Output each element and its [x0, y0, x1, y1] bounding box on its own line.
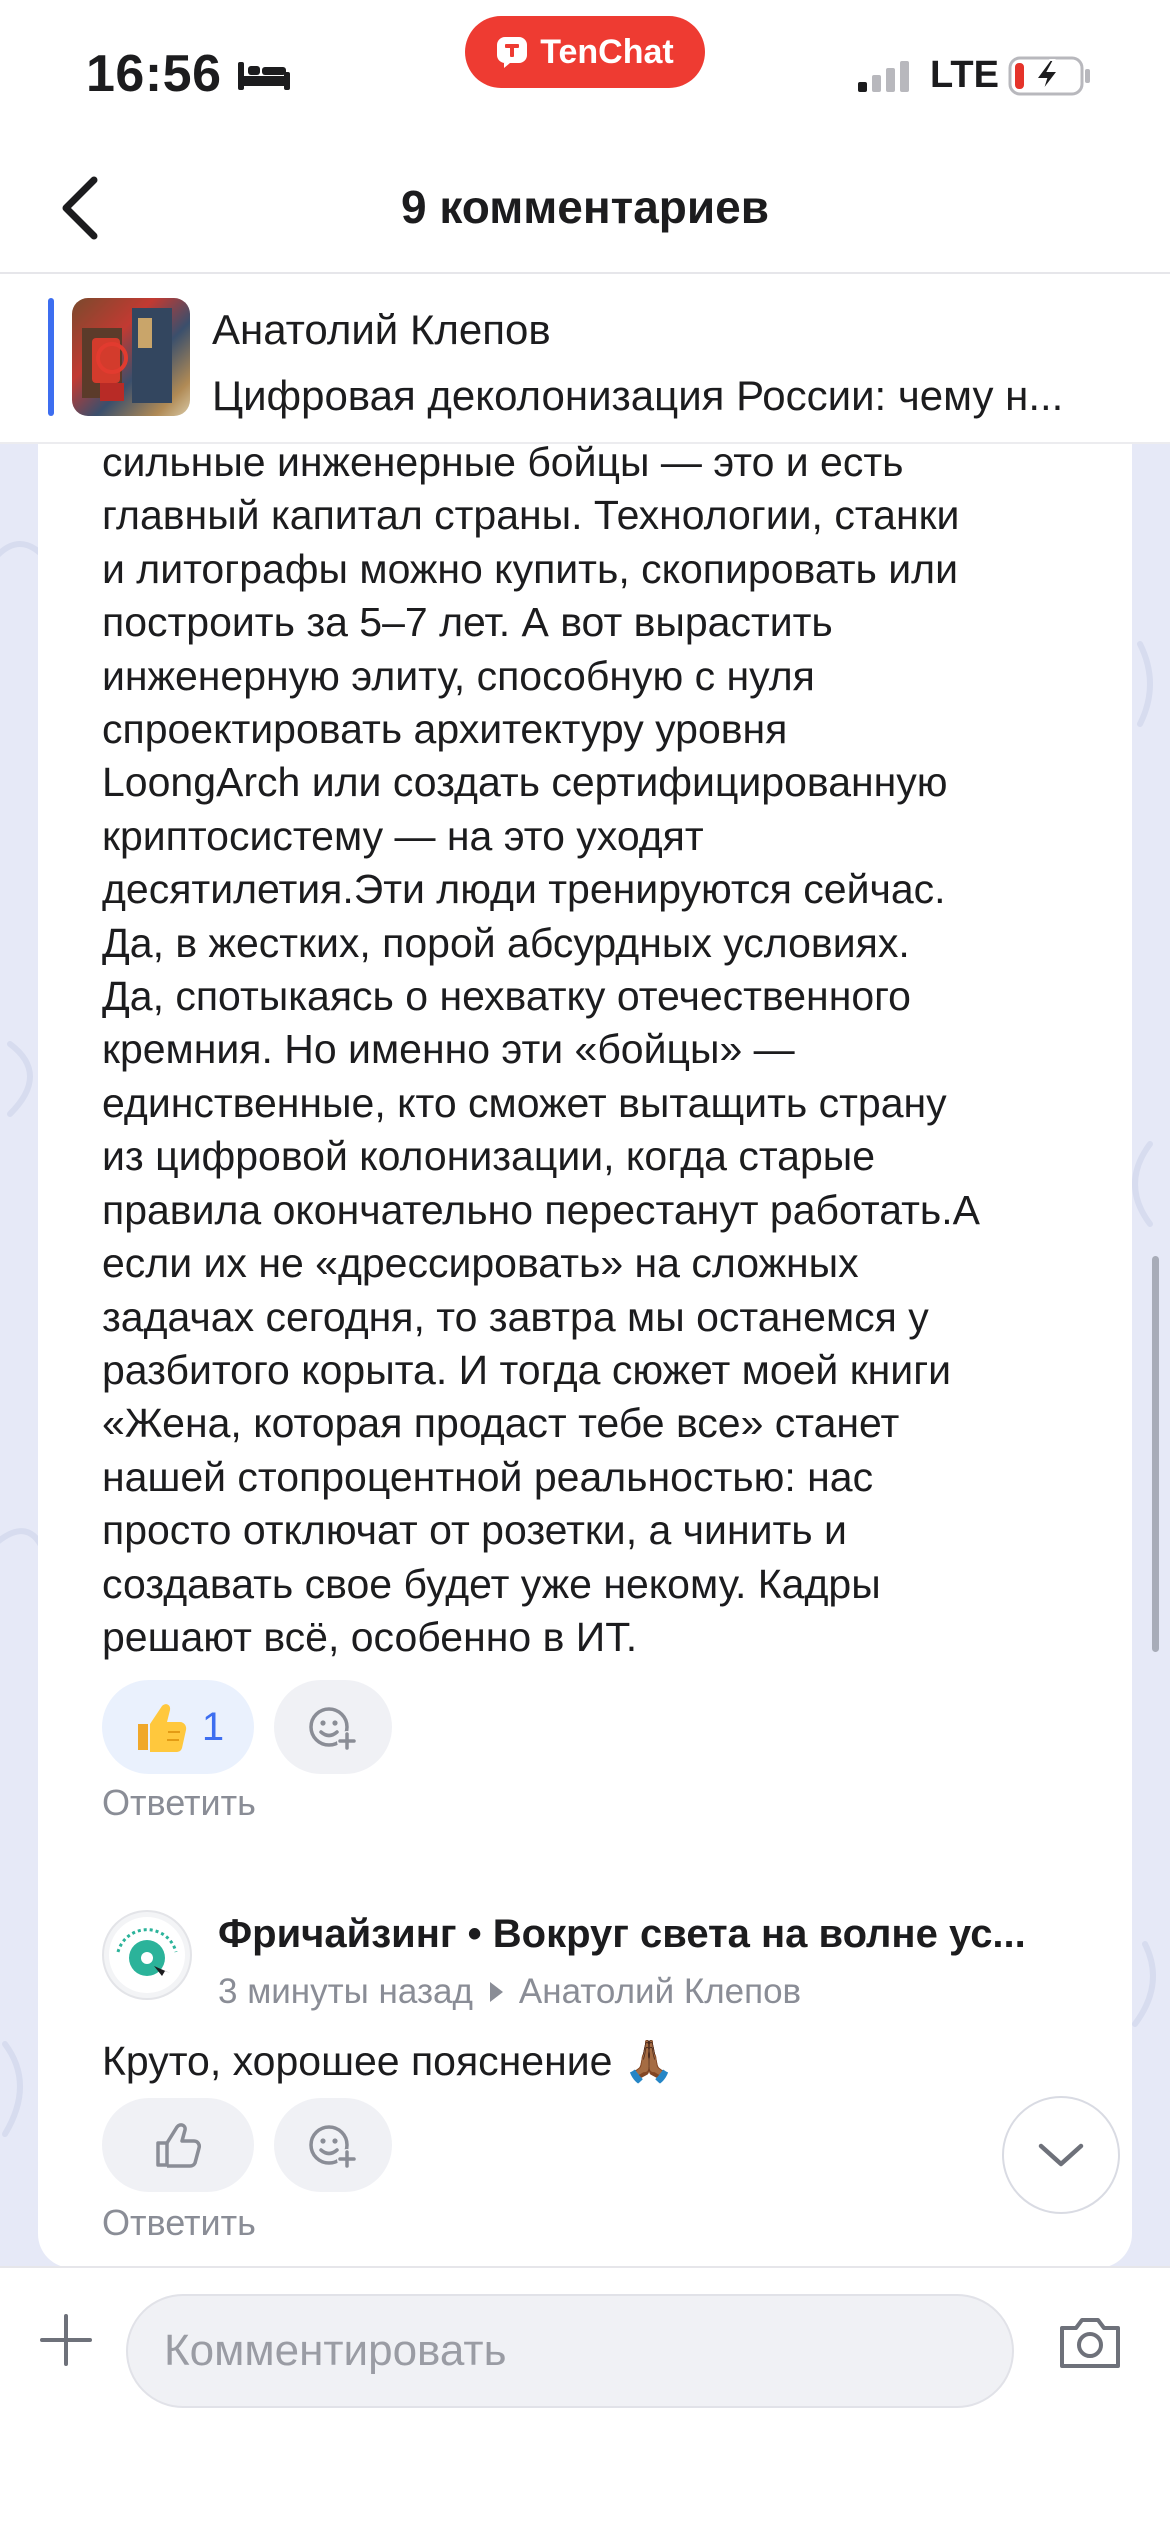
- comment-input[interactable]: [126, 2294, 1014, 2408]
- like-count: 1: [201, 1704, 225, 1749]
- battery-charging-icon: [1008, 56, 1090, 96]
- reply-text: Круто, хорошее пояснение 🙏🏾: [102, 2038, 675, 2084]
- post-title: Цифровая деколонизация России: чему н...: [212, 372, 1064, 419]
- reply-like-button[interactable]: [102, 2098, 254, 2192]
- like-reaction-button[interactable]: 1: [102, 1680, 254, 1774]
- comment-line: Да, в жестких, порой абсурдных условиях.: [102, 919, 910, 966]
- reply-button[interactable]: Ответить: [102, 1782, 256, 1824]
- cellular-signal-icon: [858, 61, 909, 92]
- scrollbar[interactable]: [1152, 1256, 1159, 1652]
- reply-avatar-logo: [109, 1917, 185, 1993]
- tenchat-logo-icon: [497, 37, 528, 68]
- comment-line: десятилетия.Эти люди тренируются сейчас.: [102, 866, 946, 913]
- comment-line: разбитого корыта. И тогда сюжет моей кни…: [102, 1346, 952, 1393]
- reply-reply-button[interactable]: Ответить: [102, 2202, 256, 2244]
- status-bar: 16:56 TenChat LTE: [0, 0, 1170, 140]
- comment-line: решают всё, особенно в ИТ.: [102, 1613, 638, 1660]
- reply-to-name[interactable]: Анатолий Клепов: [519, 1972, 801, 2012]
- comment-line: кремния. Но именно эти «бойцы» —: [102, 1026, 795, 1073]
- comment-line: Да, спотыкаясь о нехватку отечественного: [102, 973, 911, 1020]
- tenchat-pill-label: TenChat: [540, 32, 674, 71]
- comment-line: и литографы можно купить, скопировать ил…: [102, 545, 958, 592]
- camera-icon[interactable]: [1056, 2312, 1124, 2372]
- chevron-down-icon: [1038, 2143, 1084, 2167]
- tenchat-app-pill[interactable]: TenChat: [465, 16, 705, 88]
- reply-meta: 3 минуты назад Анатолий Клепов: [218, 1972, 801, 2012]
- reply-author-avatar[interactable]: [102, 1910, 192, 2000]
- reply-to-arrow-icon: [489, 1982, 503, 2002]
- post-thumbnail-art: [82, 308, 172, 403]
- post-thumbnail: [72, 298, 190, 416]
- comment-line: просто отключат от розетки, а чинить и: [102, 1507, 847, 1554]
- thumbs-up-outline-icon: [156, 2123, 201, 2168]
- post-accent-bar: [48, 298, 54, 416]
- comment-line: главный капитал страны. Технологии, стан…: [102, 492, 960, 539]
- add-emoji-icon: [309, 1707, 357, 1751]
- comment-composer: [0, 2266, 1170, 2532]
- comment-line: задачах сегодня, то завтра мы останемся …: [102, 1293, 929, 1340]
- reply-timestamp: 3 минуты назад: [218, 1972, 473, 2011]
- status-time: 16:56: [86, 45, 222, 103]
- comment-text: сильные инженерные бойцы — это и есть гл…: [102, 436, 1102, 1664]
- thumbs-up-emoji-icon: [137, 1704, 187, 1752]
- comment-line: создавать свое будет уже некому. Кадры: [102, 1560, 881, 1607]
- comment-line: инженерную элиту, способную с нуля: [102, 652, 815, 699]
- reply-author-name[interactable]: Фричайзинг • Вокруг света на волне ус...: [218, 1912, 1098, 1957]
- header: 9 комментариев: [0, 140, 1170, 274]
- comment-line: сильные инженерные бойцы — это и есть: [102, 439, 904, 485]
- post-author: Анатолий Клепов: [212, 306, 551, 353]
- sleep-focus-icon: [238, 62, 290, 90]
- comment-line: из цифровой колонизации, когда старые: [102, 1133, 876, 1180]
- page-title: 9 комментариев: [400, 181, 770, 233]
- comment-line: нашей стопроцентной реальностью: нас: [102, 1453, 874, 1500]
- comment-line: спроектировать архитектуру уровня: [102, 706, 788, 753]
- reply-add-reaction-button[interactable]: [274, 2098, 392, 2192]
- add-reaction-button[interactable]: [274, 1680, 392, 1774]
- add-emoji-icon: [309, 2125, 357, 2169]
- comment-line: криптосистему — на это уходят: [102, 812, 704, 859]
- post-reference[interactable]: Анатолий Клепов Цифровая деколонизация Р…: [0, 276, 1170, 444]
- network-type: LTE: [930, 54, 999, 96]
- attach-plus-icon[interactable]: [38, 2312, 94, 2368]
- comment-line: правила окончательно перестанут работать…: [102, 1186, 981, 1233]
- comment-line: LoongArch или создать сертифицированную: [102, 759, 948, 806]
- comment-line: «Жена, которая продаст тебе все» станет: [102, 1400, 900, 1447]
- comment-line: единственные, кто сможет вытащить страну: [102, 1079, 947, 1126]
- scroll-to-bottom-button[interactable]: [1002, 2096, 1120, 2214]
- comment-line: если их не «дрессировать» на сложных: [102, 1240, 859, 1287]
- comment-line: построить за 5–7 лет. А вот вырастить: [102, 599, 833, 646]
